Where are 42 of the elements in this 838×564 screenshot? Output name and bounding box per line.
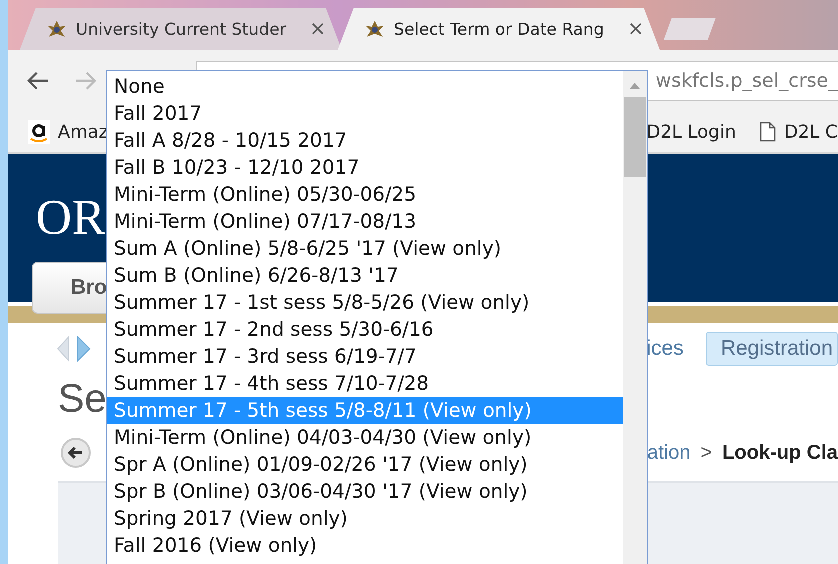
nav-tab[interactable]: Registration [706, 332, 838, 366]
dropdown-option[interactable]: Fall 2017 [107, 100, 623, 127]
scroll-thumb[interactable] [624, 97, 646, 177]
nav-tab[interactable]: ices [646, 333, 684, 365]
dropdown-option[interactable]: Fall B 10/23 - 12/10 2017 [107, 154, 623, 181]
scrollbar[interactable] [623, 71, 647, 564]
dropdown-option[interactable]: Fall 2016 (View only) [107, 532, 623, 559]
browser-tab[interactable]: University Current Studer [20, 8, 342, 50]
dropdown-option[interactable]: Spr B (Online) 03/06-04/30 '17 (View only) [107, 478, 623, 505]
dropdown-option[interactable]: None [107, 73, 623, 100]
smile-logo-icon [28, 120, 50, 144]
site-logo: OR [36, 188, 106, 246]
dropdown-option[interactable]: Mini-Term (Online) 05/30-06/25 [107, 181, 623, 208]
close-icon[interactable] [312, 23, 324, 35]
emblem-icon [46, 19, 68, 39]
dropdown-option[interactable]: Spr A (Online) 01/09-02/26 '17 (View only) [107, 451, 623, 478]
dropdown-option[interactable]: Fall A 8/28 - 10/15 2017 [107, 127, 623, 154]
scroll-up-icon[interactable] [630, 83, 640, 89]
document-icon [760, 122, 776, 142]
dropdown-option[interactable]: Summer 17 - 4th sess 7/10-7/28 [107, 370, 623, 397]
dropdown-option[interactable]: Spring 2017 (View only) [107, 505, 623, 532]
breadcrumb-item[interactable]: ation [647, 442, 691, 464]
dropdown-option[interactable]: Summer 17 - 3rd sess 6/19-7/7 [107, 343, 623, 370]
emblem-icon [364, 19, 386, 39]
breadcrumb-item: Look-up Cla [722, 442, 838, 464]
arrows-icon[interactable] [56, 336, 92, 362]
forward-icon[interactable] [74, 71, 98, 91]
close-icon[interactable] [630, 23, 642, 35]
dropdown-option[interactable]: Sum A (Online) 5/8-6/25 '17 (View only) [107, 235, 623, 262]
bookmark-link[interactable]: D2L C [784, 122, 838, 142]
browser-tab[interactable]: Select Term or Date Rang [338, 8, 660, 50]
dropdown-option[interactable]: Mini-Term (Online) 07/17-08/13 [107, 208, 623, 235]
tab-title: University Current Studer [76, 20, 288, 38]
bookmark-link[interactable]: D2L Login [646, 122, 736, 142]
tab-title: Select Term or Date Rang [394, 20, 606, 38]
back-circle-icon[interactable] [60, 437, 92, 469]
dropdown-option[interactable]: Summer 17 - 2nd sess 5/30-6/16 [107, 316, 623, 343]
back-icon[interactable] [26, 71, 50, 91]
dropdown-option[interactable]: Mini-Term (Online) 04/03-04/30 (View only) [107, 424, 623, 451]
page-title: Se [58, 376, 107, 423]
breadcrumb-item[interactable]: > [700, 442, 712, 464]
bookmark-link[interactable]: Amaz [58, 122, 108, 142]
